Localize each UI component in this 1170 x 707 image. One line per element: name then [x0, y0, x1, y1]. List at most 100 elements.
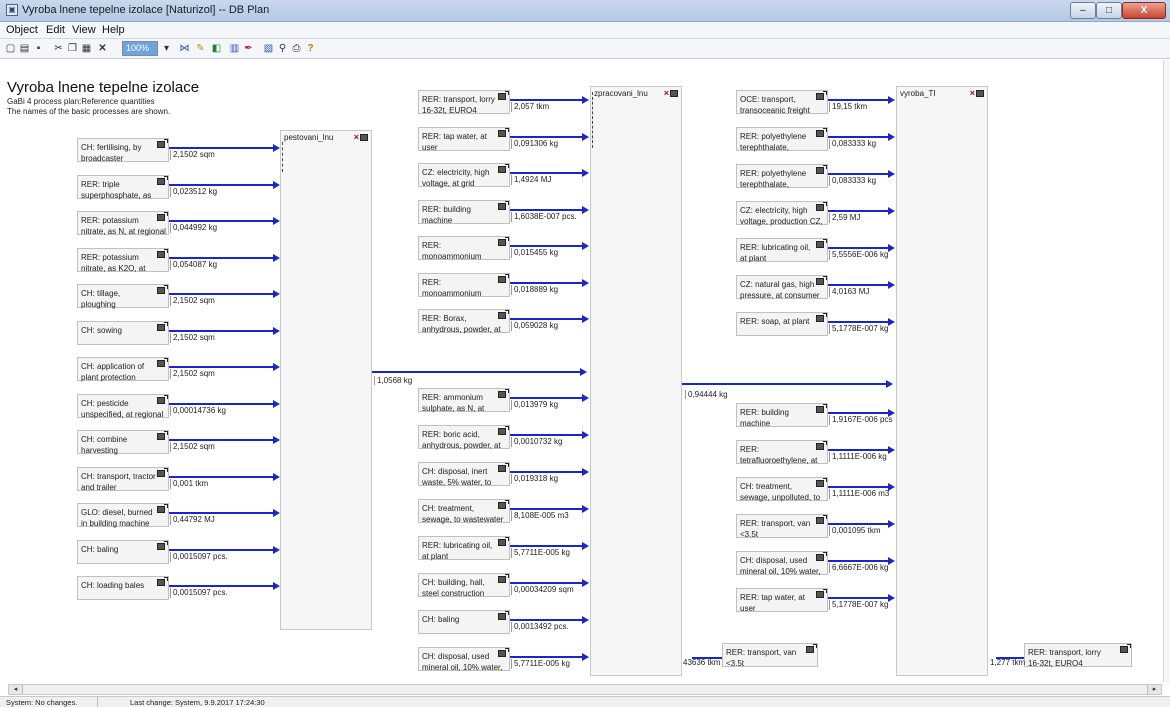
process-box[interactable]: RER: lubricating oil, at plant — [736, 238, 828, 263]
process-box[interactable]: RER: polyethylene terephthalate, — [736, 164, 828, 189]
process-box[interactable]: CH: loading bales — [77, 576, 169, 600]
flow-arrow — [828, 560, 888, 562]
process-box[interactable]: RER: building machine — [418, 199, 510, 225]
connect-icon[interactable]: ◧ — [210, 42, 223, 55]
new-icon[interactable]: ▢ — [4, 42, 17, 55]
process-box[interactable]: RER: transport, lorry 16-32t, EURO4 — [418, 90, 510, 115]
plan-canvas[interactable]: Vyroba lnene tepelne izolace GaBi 4 proc… — [0, 60, 1170, 682]
zoom-select[interactable]: 100% — [122, 41, 158, 56]
process-vyroba-ti[interactable]: vyroba_TI × — [896, 86, 988, 676]
process-box[interactable]: CZ: natural gas, high pressure, at consu… — [736, 275, 828, 300]
menu-help[interactable]: Help — [102, 24, 125, 36]
cut-icon[interactable]: ✂ — [52, 42, 65, 55]
process-label: RER: building machine — [740, 408, 789, 428]
process-box[interactable]: RER: tetrafluoroethylene, at — [736, 440, 828, 465]
find-icon[interactable]: ⚲ — [276, 42, 289, 55]
process-box[interactable]: RER: boric acid, anhydrous, powder, at — [418, 425, 510, 450]
help-icon[interactable]: ? — [304, 42, 317, 55]
process-label: CH: loading bales — [81, 581, 145, 590]
dropdown-arrow-icon[interactable]: ▾ — [160, 42, 173, 55]
menu-view[interactable]: View — [72, 24, 96, 36]
process-box[interactable]: RER: monoammonium — [418, 236, 510, 261]
process-icon — [498, 463, 509, 472]
flow-arrow — [169, 585, 273, 587]
process-box[interactable]: CH: disposal, inert waste, 5% water, to — [418, 462, 510, 487]
close-button[interactable]: X — [1122, 2, 1166, 19]
process-box[interactable]: CH: treatment, sewage, to wastewater — [418, 499, 510, 524]
process-box[interactable]: CH: combine harvesting — [77, 430, 169, 455]
flow-quantity: 0,083333 kg — [829, 176, 876, 186]
scroll-right-icon[interactable]: ▸ — [1147, 685, 1161, 694]
process-icon — [816, 165, 827, 174]
process-label: RER: lubricating oil, at plant — [740, 243, 811, 263]
process-transport-lorry[interactable]: RER: transport, lorry 16-32t, EURO4 — [1024, 643, 1132, 668]
paste-icon[interactable]: ▦ — [80, 42, 93, 55]
process-box[interactable]: CH: tillage, ploughing — [77, 284, 169, 309]
save-icon[interactable]: ▪ — [32, 42, 45, 55]
process-box[interactable]: CH: baling — [418, 610, 510, 634]
open-icon[interactable]: ▤ — [18, 42, 31, 55]
process-label: CH: sowing — [81, 325, 122, 335]
menu-object[interactable]: Object — [6, 24, 38, 36]
process-label: RER: polyethylene terephthalate, — [740, 132, 807, 152]
process-box[interactable]: RER: soap, at plant — [736, 312, 828, 336]
process-box[interactable]: CH: disposal, used mineral oil, 10% wate… — [418, 647, 510, 672]
delete-icon[interactable]: ✕ — [96, 42, 109, 55]
process-box[interactable]: CH: transport, tractor and trailer — [77, 466, 169, 492]
process-box[interactable]: RER: polyethylene terephthalate, — [736, 127, 828, 152]
scroll-left-icon[interactable]: ◂ — [9, 685, 23, 694]
process-box[interactable]: RER: potassium nitrate, as N, at regiona… — [77, 211, 169, 236]
process-box[interactable]: RER: ammonium sulphate, as N, at — [418, 388, 510, 413]
process-box[interactable]: RER: potassium nitrate, as K2O, at — [77, 247, 169, 273]
process-box[interactable]: RER: transport, van <3.5t — [736, 514, 828, 539]
process-icon — [816, 552, 827, 561]
process-label: RER: building machine — [422, 204, 471, 225]
process-box[interactable]: RER: triple superphosphate, as — [77, 174, 169, 200]
process-box[interactable]: RER: building machine — [736, 403, 828, 428]
process-box[interactable]: CH: pesticide unspecified, at regional — [77, 393, 169, 419]
process-box[interactable]: RER: monoammonium — [418, 272, 510, 298]
flow-arrow — [510, 508, 582, 510]
minimize-button[interactable]: – — [1070, 2, 1096, 19]
gabi-plan-window: ▣ Vyroba lnene tepelne izolace [Naturizo… — [0, 0, 1170, 707]
process-box[interactable]: GLO: diesel, burned in building machine — [77, 503, 169, 528]
layout-icon[interactable]: ⋈ — [178, 42, 191, 55]
process-icon — [498, 500, 509, 509]
maximize-button[interactable]: □ — [1096, 2, 1122, 19]
flow-quantity: 5,1778E-007 kg — [829, 600, 889, 610]
arrowhead-icon — [888, 96, 895, 104]
process-box[interactable]: RER: tap water, at user — [736, 588, 828, 613]
process-label: CH: fertilising, by broadcaster — [81, 143, 142, 163]
process-box[interactable]: CH: treatment, sewage, unpolluted, to — [736, 477, 828, 502]
print-icon[interactable]: ⎙ — [290, 42, 303, 55]
process-box[interactable]: CH: sowing — [77, 320, 169, 345]
process-box[interactable]: RER: tap water, at user — [418, 126, 510, 152]
process-box[interactable]: CH: building, hall, steel construction — [418, 573, 510, 598]
menu-edit[interactable]: Edit — [46, 24, 65, 36]
process-box[interactable]: CZ: electricity, high voltage, productio… — [736, 201, 828, 226]
process-box[interactable]: CH: application of plant protection — [77, 357, 169, 382]
flow-arrow — [510, 582, 582, 584]
process-box[interactable]: OCE: transport, transoceanic freight — [736, 90, 828, 115]
process-transport-van[interactable]: RER: transport, van <3.5t — [722, 643, 818, 668]
copy-icon[interactable]: ❐ — [66, 42, 79, 55]
table-icon[interactable]: ▧ — [262, 42, 275, 55]
arrowhead-icon — [888, 133, 895, 141]
horizontal-scrollbar[interactable]: ◂ ▸ — [8, 684, 1162, 695]
flow-arrow — [510, 545, 582, 547]
process-label: CH: application of plant protection — [81, 362, 145, 382]
vertical-scrollbar[interactable] — [1163, 60, 1170, 682]
process-box[interactable]: RER: lubricating oil, at plant — [418, 536, 510, 561]
balance-icon[interactable]: ▥ — [228, 42, 241, 55]
pen-icon[interactable]: ✒ — [242, 42, 255, 55]
flow-arrow — [169, 183, 273, 186]
process-box[interactable]: CH: fertilising, by broadcaster — [77, 138, 169, 163]
process-pestovani-lnu[interactable]: pestovani_lnu × — [280, 130, 372, 630]
process-box[interactable]: CH: baling — [77, 539, 169, 564]
process-zpracovani-lnu[interactable]: zpracovani_lnu × — [590, 86, 682, 676]
process-box[interactable]: CH: disposal, used mineral oil, 10% wate… — [736, 551, 828, 576]
process-box[interactable]: CZ: electricity, high voltage, at grid — [418, 163, 510, 188]
process-box[interactable]: RER: Borax, anhydrous, powder, at — [418, 309, 510, 334]
edit-icon[interactable]: ✎ — [194, 42, 207, 55]
process-icon — [816, 239, 827, 248]
